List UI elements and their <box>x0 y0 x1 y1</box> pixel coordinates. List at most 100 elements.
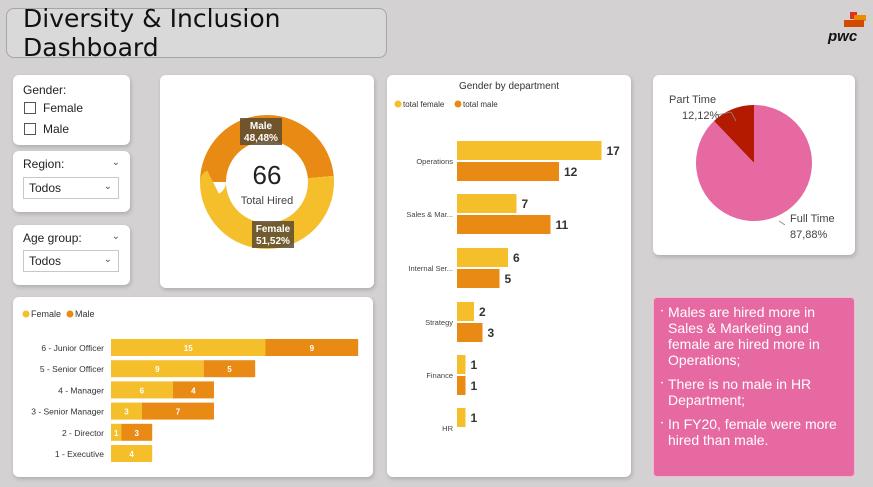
employment-type-pie[interactable]: Part Time 12,12% Full Time 87,88% <box>653 75 855 255</box>
female-checkbox[interactable]: Female <box>24 101 83 115</box>
male-bar[interactable] <box>457 269 500 288</box>
legend-male-label: Male <box>75 309 95 319</box>
female-data-label: Female 51,52% <box>252 221 294 248</box>
insight-item: There is no male in HR Department; <box>661 376 844 408</box>
level-by-gender-chart[interactable]: Female Male 6 - Junior Officer 15 9 5 - Sen… <box>13 297 373 477</box>
region-dropdown[interactable]: Todos ⌄ <box>23 177 119 199</box>
data-label: 7 <box>522 197 529 211</box>
age-group-slicer: Age group: ⌄ Todos ⌄ <box>13 225 130 285</box>
checkbox-icon[interactable] <box>24 123 36 135</box>
legend-male-label: total male <box>463 100 498 109</box>
male-data-label: Male 48,48% <box>240 118 282 145</box>
part-time-value: 12,12% <box>682 110 720 122</box>
pie-slice-full-time[interactable] <box>696 105 812 221</box>
full-time-value: 87,88% <box>790 229 828 241</box>
data-label: 9 <box>310 344 315 353</box>
category-label: Sales & Mar... <box>406 210 453 219</box>
donut-chart[interactable]: 66 Total Hired Male 48,48% Female 51,52% <box>160 75 374 288</box>
data-label: 4 <box>191 386 196 395</box>
insight-item: Males are hired more in Sales & Marketin… <box>661 304 844 368</box>
total-hired-label: Total Hired <box>241 195 294 207</box>
age-group-dropdown-value: Todos <box>29 254 62 268</box>
level-label: 3 - Senior Manager <box>31 407 104 417</box>
female-bar[interactable] <box>457 248 508 267</box>
data-label: 3 <box>124 408 129 417</box>
male-bar[interactable] <box>457 162 559 181</box>
gender-by-department-card: Gender by department total female total … <box>387 75 631 477</box>
data-label: 9 <box>155 365 160 374</box>
level-label: 5 - Senior Officer <box>40 364 104 374</box>
level-label: 1 - Executive <box>55 449 104 459</box>
gender-slicer: Gender: Female Male <box>13 75 130 145</box>
region-slicer-label: Region: <box>23 157 65 171</box>
gender-slicer-label: Gender: <box>23 83 67 97</box>
svg-text:48,48%: 48,48% <box>244 133 278 144</box>
category-label: Strategy <box>425 318 453 327</box>
legend-male-dot <box>454 100 462 108</box>
female-bar[interactable] <box>457 141 602 160</box>
data-label: 17 <box>607 144 621 158</box>
female-bar[interactable] <box>457 302 474 321</box>
part-time-label: Part Time <box>669 94 716 106</box>
dashboard-title-box: Diversity & Inclusion Dashboard <box>6 4 387 62</box>
male-bar[interactable] <box>457 323 483 342</box>
data-label: 2 <box>479 305 486 319</box>
data-label: 7 <box>176 408 181 417</box>
level-label: 6 - Junior Officer <box>41 343 104 353</box>
male-checkbox[interactable]: Male <box>24 122 69 136</box>
data-label: 1 <box>114 429 119 438</box>
data-label: 1 <box>471 358 478 372</box>
svg-text:Male: Male <box>250 121 273 132</box>
data-label: 1 <box>471 411 478 425</box>
data-label: 15 <box>184 344 193 353</box>
data-label: 12 <box>564 165 578 179</box>
data-label: 6 <box>513 251 520 265</box>
data-label: 11 <box>556 218 569 232</box>
data-label: 5 <box>505 272 512 286</box>
svg-text:pwc: pwc <box>827 28 858 45</box>
legend-female-dot <box>394 100 402 108</box>
category-label: HR <box>442 424 453 433</box>
svg-text:Female: Female <box>256 224 291 235</box>
page-title: Diversity & Inclusion Dashboard <box>23 4 281 62</box>
female-option-label: Female <box>43 101 84 115</box>
legend-female-label: total female <box>403 100 445 109</box>
legend-male-dot <box>66 310 74 318</box>
insight-item: In FY20, female were more hired than mal… <box>661 416 844 448</box>
male-option-label: Male <box>43 122 70 136</box>
age-group-dropdown[interactable]: Todos ⌄ <box>23 250 119 272</box>
chevron-down-icon[interactable]: ⌄ <box>112 231 120 242</box>
data-label: 1 <box>471 379 478 393</box>
chart-title: Gender by department <box>459 81 559 92</box>
data-label: 4 <box>129 450 134 459</box>
gender-by-department-chart[interactable]: Gender by department total female total … <box>387 75 631 477</box>
category-label: Finance <box>426 371 453 380</box>
total-hired-value: 66 <box>253 160 282 190</box>
chevron-down-icon: ⌄ <box>103 181 112 192</box>
legend-female-label: Female <box>31 309 61 319</box>
chevron-down-icon: ⌄ <box>103 254 112 265</box>
age-group-slicer-label: Age group: <box>23 231 82 245</box>
male-bar[interactable] <box>457 376 466 395</box>
legend-female-dot <box>22 310 30 318</box>
level-by-gender-card: Female Male 6 - Junior Officer 15 9 5 - Sen… <box>13 297 373 477</box>
full-time-label: Full Time <box>790 213 835 225</box>
checkbox-icon[interactable] <box>24 102 36 114</box>
chevron-down-icon[interactable]: ⌄ <box>112 157 120 168</box>
region-slicer: Region: ⌄ Todos ⌄ <box>13 151 130 212</box>
category-label: Operations <box>416 157 453 166</box>
data-label: 6 <box>140 386 145 395</box>
female-bar[interactable] <box>457 194 517 213</box>
level-label: 2 - Director <box>62 428 104 438</box>
female-bar[interactable] <box>457 408 466 427</box>
data-label: 3 <box>488 326 495 340</box>
data-label: 3 <box>135 429 140 438</box>
svg-text:51,52%: 51,52% <box>256 236 290 247</box>
level-label: 4 - Manager <box>58 385 104 395</box>
total-hired-card: 66 Total Hired Male 48,48% Female 51,52% <box>160 75 374 288</box>
male-bar[interactable] <box>457 215 551 234</box>
employment-type-card: Part Time 12,12% Full Time 87,88% <box>653 75 855 255</box>
insights-panel: Males are hired more in Sales & Marketin… <box>653 297 855 477</box>
region-dropdown-value: Todos <box>29 181 62 195</box>
female-bar[interactable] <box>457 355 466 374</box>
